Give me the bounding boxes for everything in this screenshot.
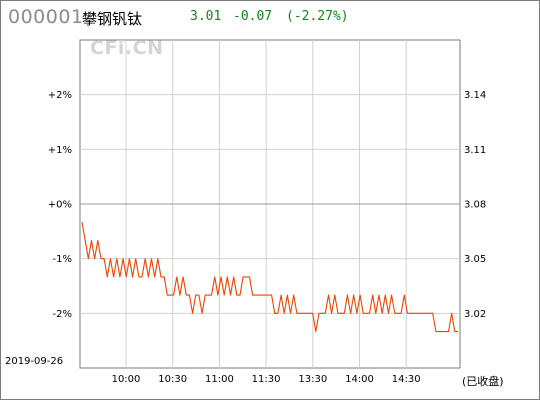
x-tick-label: 14:00 (345, 374, 374, 385)
y-tick-right-label: 3.05 (464, 254, 486, 265)
y-tick-right-label: 3.11 (464, 145, 486, 156)
y-tick-right-label: 3.02 (464, 309, 486, 320)
x-tick-label: 10:30 (158, 374, 187, 385)
y-tick-left-label: -2% (53, 309, 72, 320)
y-tick-left-label: +2% (48, 90, 72, 101)
watermark-logo: CFi.CN (90, 37, 164, 59)
trade-date: 2019-09-26 (5, 356, 64, 367)
y-tick-right-label: 3.08 (464, 200, 486, 211)
x-tick-label: 13:30 (298, 374, 327, 385)
x-tick-label: 10:00 (112, 374, 141, 385)
y-tick-left-label: -1% (53, 254, 72, 265)
x-tick-label: 11:30 (252, 374, 281, 385)
market-closed-label: (已收盘) (462, 375, 504, 388)
intraday-chart: +2% +1% +0% -1% -2% 3.14 3.11 3.08 3.05 3.02 10:00… (48, 39, 486, 385)
price-line (81, 222, 458, 333)
y-tick-left-label: +1% (48, 145, 72, 156)
y-tick-left-label: +0% (48, 200, 72, 211)
x-tick-label: 11:00 (205, 374, 234, 385)
x-tick-label: 14:30 (392, 374, 421, 385)
y-tick-right-label: 3.14 (464, 90, 486, 101)
